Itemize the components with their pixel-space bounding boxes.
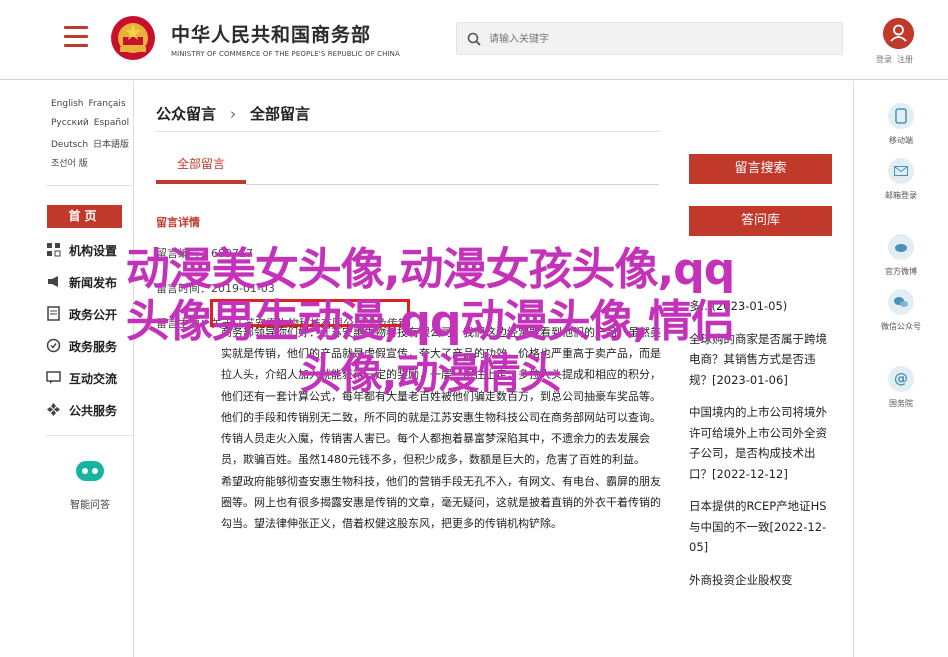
divider (156, 131, 659, 132)
lang-german[interactable]: Deutsch (51, 140, 88, 150)
message-search-button[interactable]: 留言搜索 (689, 154, 832, 184)
faq-library-button[interactable]: 答问库 (689, 206, 832, 236)
tab-all-messages[interactable]: 全部留言 (156, 155, 246, 172)
nav-item-label: 公共服务 (69, 404, 118, 418)
lang-japanese[interactable]: 日本語版 (93, 140, 129, 150)
lang-russian[interactable]: Русский (51, 118, 89, 128)
org-chart-icon (47, 243, 61, 257)
login-link[interactable]: 登录 (876, 55, 892, 64)
lang-english[interactable]: English (51, 99, 84, 109)
top-header: 中华人民共和国商务部 MINISTRY OF COMMERCE OF THE P… (0, 0, 948, 80)
nav-item-label: 机构设置 (69, 244, 118, 258)
lang-french[interactable]: Français (89, 99, 126, 109)
search-icon[interactable] (467, 32, 481, 46)
active-tab-indicator (156, 180, 246, 184)
message-time: 留言时间：2019-01-03 (156, 282, 275, 295)
weibo-icon (888, 234, 914, 260)
page: 中华人民共和国商务部 MINISTRY OF COMMERCE OF THE P… (0, 0, 948, 657)
divider (46, 435, 133, 436)
puzzle-icon (47, 403, 60, 416)
lang-spanish[interactable]: Español (94, 118, 129, 128)
nav-item-public-service[interactable]: 公共服务 (46, 399, 134, 421)
ministry-name-cn: 中华人民共和国商务部 (171, 24, 372, 46)
content-paragraph: 实就是传销，他们的产品就是虚假宣传，夸大了产品的功效，价格也严重高于卖产品，而是… (221, 347, 661, 424)
weibo-link[interactable]: 官方微博 (870, 234, 932, 277)
search-box (456, 22, 843, 55)
national-emblem-icon (111, 16, 155, 60)
news-item[interactable]: 外商投资企业股权变 (689, 570, 827, 591)
left-sidebar: English Français Русский Español Deutsch 日本… (0, 81, 134, 657)
news-item[interactable]: 中国境内的上市公司将境外许可给境外上市公司外全资子公司，是否构成技术出口？[20… (689, 402, 827, 484)
far-right-label: 官方微博 (885, 267, 917, 276)
smart-qa-label: 智能问答 (70, 500, 110, 511)
divider (46, 185, 133, 186)
nav-item-label: 互动交流 (69, 372, 118, 386)
lang-korean[interactable]: 조선어 版 (51, 159, 88, 169)
state-council-link[interactable]: @ 国务院 (870, 366, 932, 409)
message-content: 商务部领导你们好：江苏安惠生物科技有限公司，我们这边经常能看到他们的产品，虽然美… (221, 322, 661, 535)
language-links: English Français Русский Español Deutsch 日本… (51, 99, 131, 175)
register-link[interactable]: 注册 (897, 55, 913, 64)
far-right-label: 移动端 (889, 136, 913, 145)
document-icon (47, 306, 60, 321)
at-icon: @ (888, 366, 914, 392)
nav-item-interaction[interactable]: 互动交流 (46, 367, 134, 389)
breadcrumb: 公众留言 › 全部留言 (156, 103, 310, 124)
content-paragraph: 希望政府能够彻查安惠生物科技，他们的营销手段无孔不入，有网文、有电台、霸屏的朋友… (221, 474, 661, 531)
news-item[interactable]: 日本提供的RCEP产地证HS与中国的不一致[2022-12-05] (689, 496, 827, 558)
far-right-label: 邮箱登录 (885, 191, 917, 200)
far-right-label: 微信公众号 (881, 322, 921, 331)
news-item[interactable]: 多...(2023-01-05) (689, 296, 827, 317)
detail-heading: 留言详情 (156, 216, 200, 229)
mobile-icon (888, 103, 914, 129)
tab-underline (246, 184, 659, 185)
robot-icon (76, 461, 104, 481)
wechat-icon (888, 289, 914, 315)
message-number: 留言编号：689717 (156, 247, 253, 260)
chevron-right-icon: › (230, 105, 237, 123)
overlay-line: 动漫美女头像,动漫女孩头像,qq (125, 244, 735, 295)
nav-item-news[interactable]: 新闻发布 (46, 271, 134, 293)
wechat-link[interactable]: 微信公众号 (870, 289, 932, 332)
nav-item-service[interactable]: 政务服务 (46, 335, 134, 357)
mail-login-link[interactable]: 邮箱登录 (870, 158, 932, 201)
highlight-box (210, 299, 410, 327)
user-icon[interactable] (883, 18, 914, 49)
far-right-label: 国务院 (889, 399, 913, 408)
login-links: 登录 注册 (876, 54, 918, 65)
breadcrumb-item-all-messages[interactable]: 全部留言 (250, 105, 310, 123)
mail-icon (888, 158, 914, 184)
news-item[interactable]: 全球购的商家是否属于跨境电商？其销售方式是否违规？[2023-01-06] (689, 329, 827, 391)
search-input[interactable] (489, 29, 829, 49)
content-paragraph: 传销人员走火入魔，传销害人害已。每个人都抱着暴富梦深陷其中，不遗余力的去发展会员… (221, 432, 650, 467)
far-right-sidebar: 移动端 邮箱登录 官方微博 微信公众号 @ 国务院 (853, 81, 948, 657)
nav-item-label: 政务服务 (69, 340, 118, 354)
nav-item-org[interactable]: 机构设置 (46, 239, 134, 261)
hamburger-menu-icon[interactable] (64, 26, 88, 48)
chat-icon (46, 371, 61, 384)
news-list: 多...(2023-01-05) 全球购的商家是否属于跨境电商？其销售方式是否违… (689, 296, 827, 602)
mobile-link[interactable]: 移动端 (870, 103, 932, 146)
smart-qa-button[interactable]: 智能问答 (60, 457, 120, 511)
megaphone-icon (48, 276, 58, 287)
home-button[interactable]: 首页 (47, 205, 122, 228)
service-icon (46, 338, 61, 353)
nav-item-label: 政务公开 (69, 308, 118, 322)
nav-item-label: 新闻发布 (69, 276, 118, 290)
nav-item-public[interactable]: 政务公开 (46, 303, 134, 325)
ministry-name-en: MINISTRY OF COMMERCE OF THE PEOPLE'S REP… (171, 50, 400, 58)
breadcrumb-item-public-messages[interactable]: 公众留言 (156, 105, 216, 123)
